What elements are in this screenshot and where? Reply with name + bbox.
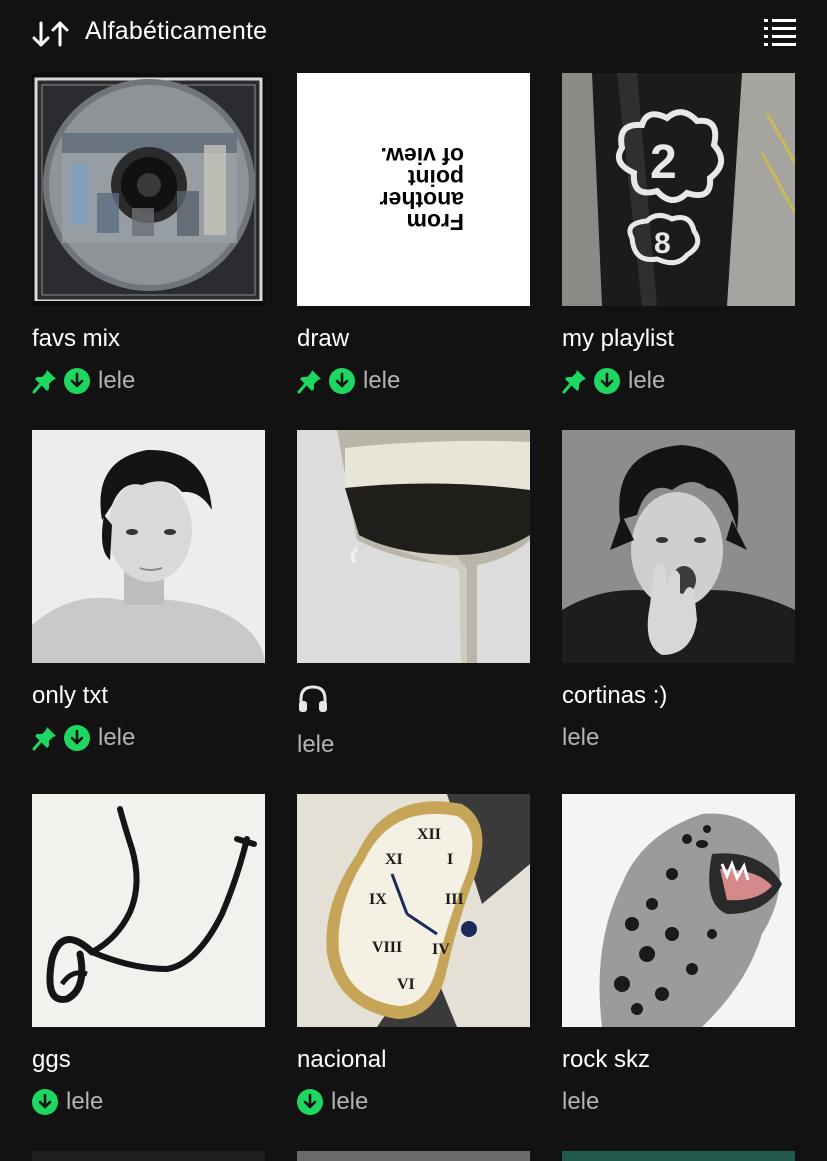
svg-text:XII: XII: [417, 826, 441, 843]
playlist-cover-champagne-glass: [297, 430, 530, 663]
playlist-owner: lele: [98, 724, 136, 751]
next-row-cover-peek: [297, 1151, 530, 1161]
next-row-cover-peek: [32, 1151, 265, 1161]
playlist-title: [297, 683, 329, 715]
download-icon: [594, 368, 620, 394]
playlist-cover-bw-portrait-hand: [562, 430, 795, 663]
playlist-owner: lele: [562, 724, 600, 751]
playlist-title: my playlist: [562, 325, 675, 352]
svg-text:XI: XI: [385, 851, 403, 868]
svg-text:IX: IX: [369, 891, 387, 908]
pin-icon: [32, 370, 56, 394]
cover-text-line: point: [407, 165, 464, 192]
playlist-meta: lele: [297, 1087, 368, 1117]
playlist-cover-cd-case: [32, 73, 265, 306]
svg-text:I: I: [447, 851, 453, 868]
playlist-cover-graffiti-post: 2 8: [562, 73, 795, 306]
svg-text:IV: IV: [432, 941, 450, 958]
playlist-meta: lele: [32, 723, 135, 753]
playlist-owner: lele: [363, 367, 401, 394]
sort-label[interactable]: Alfabéticamente: [85, 17, 267, 46]
playlist-owner: lele: [562, 1088, 600, 1115]
playlist-owner: lele: [98, 367, 136, 394]
playlist-meta: lele: [562, 1087, 599, 1117]
playlist-title: ggs: [32, 1046, 71, 1073]
svg-text:2: 2: [650, 136, 677, 189]
svg-text:VI: VI: [397, 976, 415, 993]
playlist-meta: lele: [562, 366, 665, 396]
pin-icon: [562, 370, 586, 394]
download-icon: [329, 368, 355, 394]
playlist-owner: lele: [628, 367, 666, 394]
cover-text-line: From: [406, 209, 465, 236]
pin-icon: [32, 727, 56, 751]
playlist-cover-melting-watch: XIIIX IIIVI XI IVIII IV: [297, 794, 530, 1027]
download-icon: [64, 368, 90, 394]
playlist-title: only txt: [32, 682, 109, 709]
svg-text:III: III: [445, 891, 464, 908]
list-view-icon[interactable]: [764, 18, 796, 48]
playlist-owner: lele: [66, 1088, 104, 1115]
playlist-cover-black-ribbon: [32, 794, 265, 1027]
playlist-cover-upside-down-text: From another point of view.: [297, 73, 530, 306]
download-icon: [64, 725, 90, 751]
playlist-meta: lele: [562, 723, 599, 753]
playlist-cover-roaring-leopard: [562, 794, 795, 1027]
download-icon: [32, 1089, 58, 1115]
svg-text:8: 8: [654, 227, 671, 260]
playlist-owner: lele: [331, 1088, 369, 1115]
library-header: Alfabéticamente: [0, 0, 827, 66]
cover-text-line: another: [379, 187, 464, 214]
playlist-title: favs mix: [32, 325, 121, 352]
sort-icon[interactable]: [32, 20, 70, 48]
svg-text:VIII: VIII: [372, 939, 402, 956]
playlist-meta: lele: [32, 366, 135, 396]
playlist-meta: lele: [32, 1087, 103, 1117]
playlist-title: rock skz: [562, 1046, 651, 1073]
download-icon: [297, 1089, 323, 1115]
playlist-meta: lele: [297, 366, 400, 396]
playlist-meta: lele: [297, 730, 334, 760]
playlist-title: draw: [297, 325, 350, 352]
pin-icon: [297, 370, 321, 394]
playlist-title: cortinas :): [562, 682, 668, 709]
headphones-icon: [299, 685, 327, 712]
playlist-owner: lele: [297, 731, 335, 758]
next-row-cover-peek: [562, 1151, 795, 1161]
playlist-cover-bw-portrait: [32, 430, 265, 663]
cover-text-line: of view.: [380, 143, 465, 170]
playlist-title: nacional: [297, 1046, 387, 1073]
